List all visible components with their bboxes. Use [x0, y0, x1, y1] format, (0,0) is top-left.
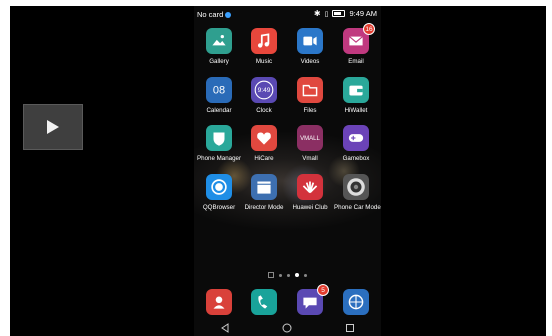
app-label: Calendar — [206, 107, 232, 114]
pager-dot — [279, 273, 282, 277]
clipboard-icon: ▯ — [324, 10, 329, 18]
huawei-icon — [297, 174, 323, 200]
svg-text:VMALL: VMALL — [300, 136, 320, 142]
play-icon — [47, 120, 59, 134]
svg-text:9:49: 9:49 — [258, 87, 271, 94]
app-clock[interactable]: 9:49 Clock — [242, 77, 286, 114]
navigation-bar — [194, 320, 381, 336]
app-calendar[interactable]: 08 Calendar — [197, 77, 241, 114]
app-gallery[interactable]: Gallery — [197, 28, 241, 65]
app-email[interactable]: 16 Email — [334, 23, 378, 65]
app-label: HiCare — [254, 155, 274, 162]
shield-icon — [206, 125, 232, 151]
app-files[interactable]: Files — [288, 77, 332, 114]
back-icon[interactable] — [220, 323, 230, 333]
app-label: Files — [303, 107, 317, 114]
gamepad-icon — [343, 125, 369, 151]
browser-icon — [206, 174, 232, 200]
svg-text:08: 08 — [213, 85, 225, 97]
app-label: Huawei Club — [292, 204, 328, 211]
app-label: Phone Manager — [197, 155, 242, 162]
app-gamebox[interactable]: Gamebox — [334, 125, 378, 162]
play-button[interactable] — [23, 104, 83, 150]
dock-messaging[interactable]: 5 — [288, 284, 332, 315]
wallet-icon — [343, 77, 369, 103]
pager-home-icon — [268, 272, 274, 278]
vmall-icon: VMALL — [297, 125, 323, 151]
phone-screen: No card ✱ ▯ 9:49 AM Gallery Music Videos 16… — [194, 6, 381, 336]
app-videos[interactable]: Videos — [288, 28, 332, 65]
heart-icon — [251, 125, 277, 151]
dock: 5 — [194, 284, 381, 319]
app-label: Vmall — [302, 155, 318, 162]
carrier-label: No card — [197, 10, 232, 19]
app-label: QQBrowser — [202, 204, 236, 211]
dock-browser[interactable] — [334, 289, 378, 315]
app-label: Director Mode — [244, 204, 284, 211]
battery-icon — [332, 10, 346, 17]
pager-dot — [304, 273, 307, 277]
app-hiwallet[interactable]: HiWallet — [334, 77, 378, 114]
calendar-icon: 08 — [206, 77, 232, 103]
pager-dot-active — [295, 273, 299, 277]
recents-icon[interactable] — [345, 323, 355, 333]
app-vmall[interactable]: VMALL Vmall — [288, 125, 332, 162]
clock-time: 9:49 AM — [349, 9, 377, 18]
phone-icon — [251, 289, 277, 315]
notification-badge: 16 — [363, 23, 375, 35]
globe-icon — [343, 289, 369, 315]
app-label: Clock — [256, 107, 272, 114]
sim-icon — [225, 12, 232, 18]
app-label: Phone Car Mode — [334, 204, 381, 211]
music-icon — [251, 28, 277, 54]
app-label: Videos — [300, 58, 320, 65]
app-hicare[interactable]: HiCare — [242, 125, 286, 162]
bluetooth-icon: ✱ — [313, 9, 321, 18]
app-phone-manager[interactable]: Phone Manager — [197, 125, 241, 162]
mail-icon: 16 — [343, 23, 375, 54]
video-icon — [297, 28, 323, 54]
contacts-icon — [206, 289, 232, 315]
page-indicator — [268, 272, 307, 278]
pager-dot — [287, 273, 290, 277]
image-icon — [206, 28, 232, 54]
app-label: Email — [348, 58, 364, 65]
app-qqbrowser[interactable]: QQBrowser — [197, 174, 241, 211]
notification-badge: 5 — [317, 284, 329, 296]
clock-icon: 9:49 — [251, 77, 277, 103]
dock-phone[interactable] — [242, 289, 286, 315]
app-director-mode[interactable]: Director Mode — [242, 174, 286, 211]
home-icon[interactable] — [282, 323, 292, 333]
app-huawei-club[interactable]: Huawei Club — [288, 174, 332, 211]
folder-icon — [297, 77, 323, 103]
dock-contacts[interactable] — [197, 289, 241, 315]
app-music[interactable]: Music — [242, 28, 286, 65]
app-phone-car-mode[interactable]: Phone Car Mode — [334, 174, 381, 211]
clapper-icon — [251, 174, 277, 200]
app-label: Gallery — [209, 58, 229, 65]
status-bar: No card ✱ ▯ 9:49 AM — [194, 6, 381, 22]
app-label: Music — [255, 58, 273, 65]
app-label: Gamebox — [342, 155, 370, 162]
app-label: HiWallet — [344, 107, 368, 114]
speaker-icon — [343, 174, 369, 200]
message-icon: 5 — [297, 284, 329, 315]
